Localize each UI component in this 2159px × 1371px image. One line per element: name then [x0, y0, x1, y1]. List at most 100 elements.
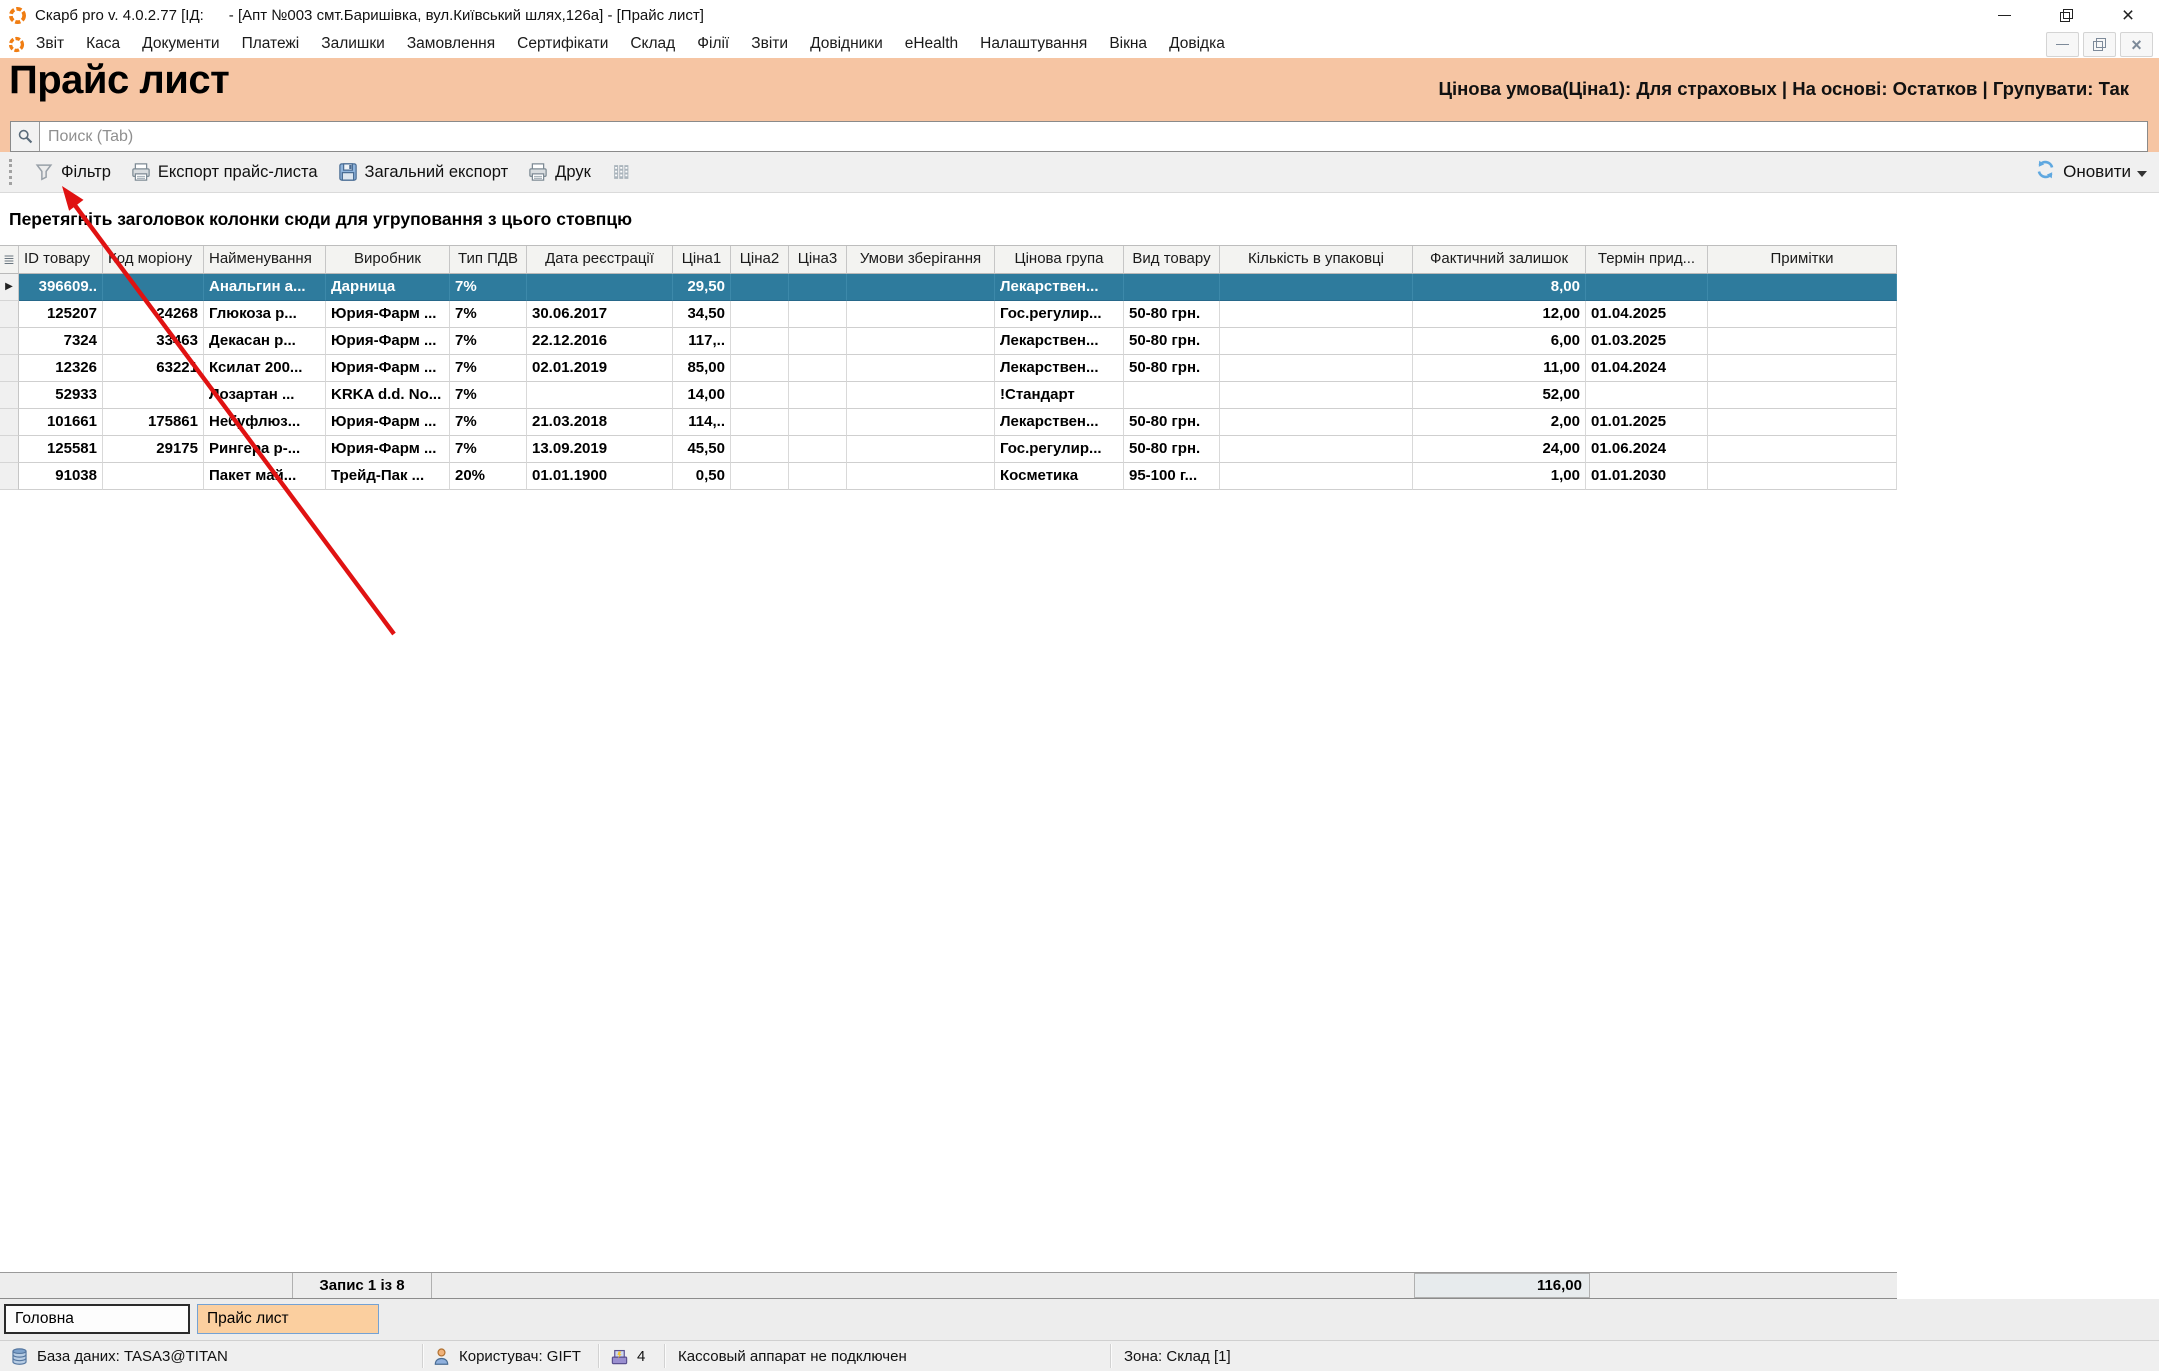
table-cell — [1124, 382, 1220, 409]
column-header-5[interactable]: Тип ПДВ — [450, 246, 527, 274]
column-header-3[interactable]: Найменування — [204, 246, 326, 274]
menu-item-14[interactable]: Вікна — [1098, 35, 1158, 53]
refresh-button[interactable]: Оновити — [2035, 159, 2147, 185]
toolbar-button-1[interactable]: Фільтр — [24, 155, 121, 189]
column-header-4[interactable]: Виробник — [326, 246, 450, 274]
mdi-minimize-button[interactable] — [2046, 32, 2079, 57]
group-by-panel[interactable]: Перетягніть заголовок колонки сюди для у… — [0, 193, 2159, 245]
menu-item-8[interactable]: Склад — [619, 35, 686, 53]
menu-item-6[interactable]: Замовлення — [396, 35, 506, 53]
toolbar-button-label: Друк — [555, 163, 591, 182]
table-cell: Косметика — [995, 463, 1124, 490]
table-cell — [847, 409, 995, 436]
search-input[interactable] — [40, 122, 2147, 151]
table-cell: Глюкоза р... — [204, 301, 326, 328]
table-cell: !Стандарт — [995, 382, 1124, 409]
minimize-button[interactable] — [1973, 0, 2035, 30]
table-cell — [527, 382, 673, 409]
table-row[interactable]: 52933Лозартан ...KRKA d.d. No...7%14,00!… — [0, 382, 1897, 409]
table-cell: 125207 — [19, 301, 103, 328]
toolbar-drag-handle[interactable] — [9, 159, 12, 185]
column-header-10[interactable]: Умови зберігання — [847, 246, 995, 274]
table-cell: Ксилат 200... — [204, 355, 326, 382]
column-chooser-icon[interactable]: ≣ — [0, 246, 19, 274]
mdi-close-button[interactable]: × — [2120, 32, 2153, 57]
page-header-band: Прайс лист Цінова умова(Ціна1): Для стра… — [0, 58, 2159, 152]
menu-item-10[interactable]: Звіти — [740, 35, 799, 53]
column-header-15[interactable]: Термін прид... — [1586, 246, 1708, 274]
table-cell: 2,00 — [1413, 409, 1586, 436]
table-row[interactable]: 101661175861Небуфлюз...Юрия-Фарм ...7%21… — [0, 409, 1897, 436]
table-row[interactable]: 12558129175Рингера р-...Юрия-Фарм ...7%1… — [0, 436, 1897, 463]
table-cell — [103, 274, 204, 301]
table-cell: Рингера р-... — [204, 436, 326, 463]
table-row[interactable]: ▶396609..Анальгин а...Дарница7%29,50Лека… — [0, 274, 1897, 301]
menu-item-3[interactable]: Документи — [131, 35, 230, 53]
search-icon[interactable] — [11, 122, 40, 151]
toolbar-button-4[interactable]: Друк — [518, 155, 601, 189]
menu-item-13[interactable]: Налаштування — [969, 35, 1098, 53]
column-header-6[interactable]: Дата реєстрації — [527, 246, 673, 274]
save-icon — [338, 162, 358, 182]
table-cell: 29,50 — [673, 274, 731, 301]
table-cell: 52933 — [19, 382, 103, 409]
table-cell: 95-100 г... — [1124, 463, 1220, 490]
column-header-9[interactable]: Ціна3 — [789, 246, 847, 274]
table-cell: 63221 — [103, 355, 204, 382]
table-cell: 22.12.2016 — [527, 328, 673, 355]
menu-item-12[interactable]: eHealth — [894, 35, 969, 53]
column-header-11[interactable]: Цінова група — [995, 246, 1124, 274]
table-row[interactable]: 1232663221Ксилат 200...Юрия-Фарм ...7%02… — [0, 355, 1897, 382]
column-header-2[interactable]: Код моріону — [103, 246, 204, 274]
table-row[interactable]: 12520724268Глюкоза р...Юрия-Фарм ...7%30… — [0, 301, 1897, 328]
close-button[interactable]: × — [2097, 0, 2159, 30]
menu-item-9[interactable]: Філії — [686, 35, 740, 53]
table-cell: Лозартан ... — [204, 382, 326, 409]
table-cell: Гос.регулир... — [995, 301, 1124, 328]
status-segment-2: Користувач: GIFT — [432, 1341, 581, 1371]
menu-item-5[interactable]: Залишки — [310, 35, 396, 53]
column-header-13[interactable]: Кількість в упаковці — [1220, 246, 1413, 274]
window-controls: × — [1973, 0, 2159, 30]
toolbar-button-2[interactable]: Експорт прайс-листа — [121, 155, 328, 189]
table-cell: 7% — [450, 355, 527, 382]
column-summary-total: 116,00 — [1414, 1273, 1590, 1298]
toolbar-button-label: Фільтр — [61, 163, 111, 182]
restore-button[interactable] — [2035, 0, 2097, 30]
table-cell — [731, 409, 789, 436]
mdi-restore-button[interactable] — [2083, 32, 2116, 57]
window-tab-1[interactable]: Головна — [4, 1304, 190, 1334]
table-cell: Юрия-Фарм ... — [326, 355, 450, 382]
window-tab-2[interactable]: Прайс лист — [197, 1304, 379, 1334]
menu-item-7[interactable]: Сертифікати — [506, 35, 619, 53]
menu-item-11[interactable]: Довідники — [799, 35, 894, 53]
column-header-12[interactable]: Вид товару — [1124, 246, 1220, 274]
table-cell — [1220, 436, 1413, 463]
column-header-16[interactable]: Примітки — [1708, 246, 1897, 274]
table-cell — [1220, 463, 1413, 490]
toolbar-button-3[interactable]: Загальний експорт — [328, 155, 519, 189]
column-header-8[interactable]: Ціна2 — [731, 246, 789, 274]
column-header-14[interactable]: Фактичний залишок — [1413, 246, 1586, 274]
column-header-1[interactable]: ID товару — [19, 246, 103, 274]
table-cell: 01.01.2030 — [1586, 463, 1708, 490]
table-cell: 34,50 — [673, 301, 731, 328]
status-segment-3: 4 — [610, 1341, 645, 1371]
toolbar-columns-button[interactable] — [601, 155, 641, 189]
menu-item-2[interactable]: Каса — [75, 35, 131, 53]
table-cell: 7% — [450, 382, 527, 409]
table-row[interactable]: 91038Пакет май...Трейд-Пак ...20%01.01.1… — [0, 463, 1897, 490]
table-cell: Дарница — [326, 274, 450, 301]
menu-item-4[interactable]: Платежі — [231, 35, 311, 53]
table-row[interactable]: 732433463Декасан р...Юрия-Фарм ...7%22.1… — [0, 328, 1897, 355]
table-cell: 21.03.2018 — [527, 409, 673, 436]
refresh-dropdown-caret-icon[interactable] — [2137, 171, 2147, 177]
table-cell: 45,50 — [673, 436, 731, 463]
menu-item-15[interactable]: Довідка — [1158, 35, 1236, 53]
column-header-7[interactable]: Ціна1 — [673, 246, 731, 274]
menu-item-1[interactable]: Звіт — [25, 35, 75, 53]
grid-body: ▶396609..Анальгин а...Дарница7%29,50Лека… — [0, 274, 1897, 490]
row-indicator — [0, 355, 19, 382]
table-cell: 7324 — [19, 328, 103, 355]
table-cell — [847, 274, 995, 301]
